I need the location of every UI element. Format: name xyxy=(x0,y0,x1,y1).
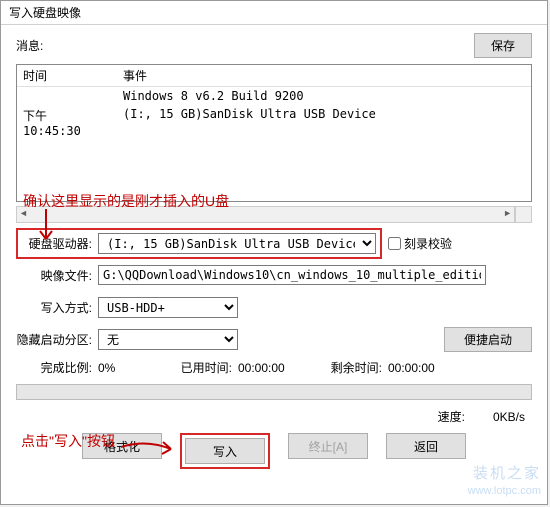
pct-label: 完成比例: xyxy=(16,359,98,376)
hide-row: 隐藏启动分区: 无 便捷启动 xyxy=(16,327,532,351)
log-list: 时间 事件 Windows 8 v6.2 Build 9200 下午 10:45… xyxy=(16,64,532,202)
image-row: 映像文件: xyxy=(16,263,532,287)
remain-label: 剩余时间: xyxy=(318,359,388,376)
image-label: 映像文件: xyxy=(16,267,98,284)
form-area: 硬盘驱动器: (I:, 15 GB)SanDisk Ultra USB Devi… xyxy=(1,223,547,376)
drive-select[interactable]: (I:, 15 GB)SanDisk Ultra USB Device xyxy=(98,233,376,254)
log-col-time[interactable]: 时间 xyxy=(17,65,117,86)
write-highlight: 写入 xyxy=(180,433,270,469)
speed-value: 0KB/s xyxy=(493,410,525,424)
hide-label: 隐藏启动分区: xyxy=(16,331,98,348)
save-button[interactable]: 保存 xyxy=(474,33,532,58)
drive-label: 硬盘驱动器: xyxy=(22,235,98,252)
verify-label: 刻录校验 xyxy=(404,235,452,252)
progress-bar xyxy=(16,384,532,400)
elapsed-label: 已用时间: xyxy=(168,359,238,376)
info-label: 消息: xyxy=(16,37,43,54)
image-field[interactable] xyxy=(98,265,486,285)
elapsed-value: 00:00:00 xyxy=(238,361,318,375)
progress-row: 完成比例: 0% 已用时间: 00:00:00 剩余时间: 00:00:00 xyxy=(16,359,532,376)
speed-row: 速度: 0KB/s xyxy=(1,406,547,429)
drive-row: 硬盘驱动器: (I:, 15 GB)SanDisk Ultra USB Devi… xyxy=(16,231,532,255)
boot-button[interactable]: 便捷启动 xyxy=(444,327,532,352)
horizontal-scrollbar[interactable] xyxy=(16,206,515,223)
log-col-event[interactable]: 事件 xyxy=(117,65,531,86)
mode-select[interactable]: USB-HDD+ xyxy=(98,297,238,318)
info-row: 消息: 保存 xyxy=(1,25,547,62)
button-row: 格式化 写入 终止[A] 返回 xyxy=(1,429,547,477)
format-button[interactable]: 格式化 xyxy=(82,433,162,459)
log-row: Windows 8 v6.2 Build 9200 xyxy=(17,87,531,105)
window-title: 写入硬盘映像 xyxy=(1,1,547,25)
speed-label: 速度: xyxy=(438,408,465,425)
log-row: 下午 10:45:30 (I:, 15 GB)SanDisk Ultra USB… xyxy=(17,105,531,140)
scroll-row xyxy=(16,206,532,223)
pct-value: 0% xyxy=(98,361,168,375)
mode-label: 写入方式: xyxy=(16,299,98,316)
mode-row: 写入方式: USB-HDD+ xyxy=(16,295,532,319)
verify-checkbox-wrap[interactable]: 刻录校验 xyxy=(388,235,452,252)
remain-value: 00:00:00 xyxy=(388,361,435,375)
abort-button[interactable]: 终止[A] xyxy=(288,433,368,459)
verify-checkbox[interactable] xyxy=(388,237,401,250)
write-button[interactable]: 写入 xyxy=(185,438,265,464)
scroll-corner xyxy=(515,206,532,223)
back-button[interactable]: 返回 xyxy=(386,433,466,459)
hide-select[interactable]: 无 xyxy=(98,329,238,350)
log-header: 时间 事件 xyxy=(17,65,531,87)
dialog-window: 写入硬盘映像 消息: 保存 时间 事件 Windows 8 v6.2 Build… xyxy=(0,0,548,505)
drive-highlight: 硬盘驱动器: (I:, 15 GB)SanDisk Ultra USB Devi… xyxy=(16,228,382,259)
